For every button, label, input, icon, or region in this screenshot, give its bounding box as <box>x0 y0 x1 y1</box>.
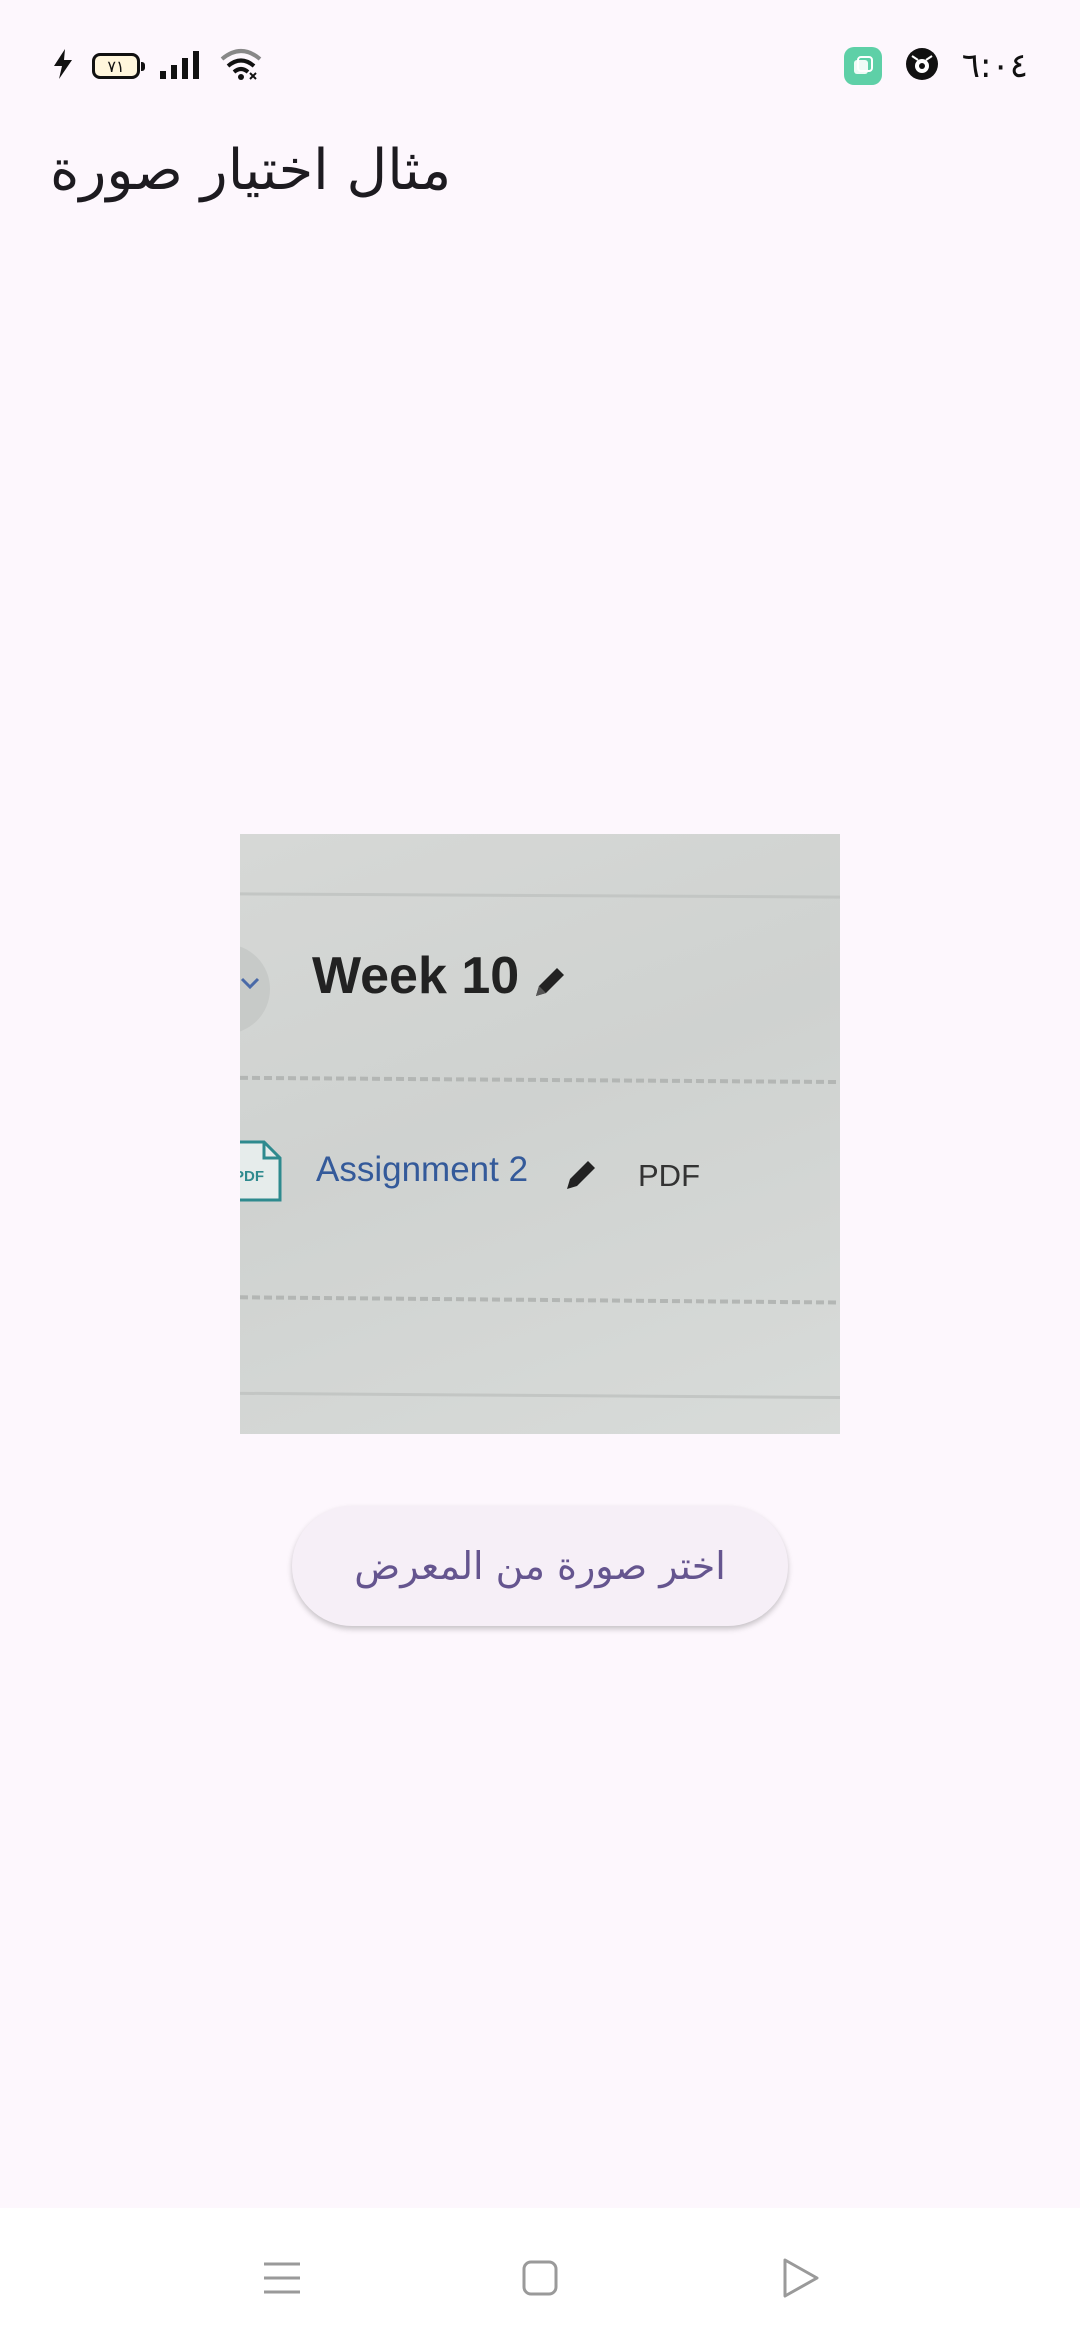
signal-icon <box>158 49 202 83</box>
pencil-icon <box>530 962 570 1006</box>
screen: ٧١ ٦:٠٤ مثال اختيار صورة Week 10 DF Assi… <box>0 0 1080 2340</box>
privacy-icon <box>904 46 940 86</box>
image-divider-line <box>240 1391 840 1400</box>
charging-icon <box>52 49 74 83</box>
image-dashed-divider <box>240 1075 840 1085</box>
pdf-file-icon: PDF <box>240 1140 282 1202</box>
status-bar: ٧١ ٦:٠٤ <box>0 0 1080 130</box>
pdf-icon-text: PDF <box>240 1168 264 1185</box>
image-week-title: Week 10 <box>312 947 520 1005</box>
chevron-icon <box>240 966 260 1001</box>
battery-icon: ٧١ <box>92 53 145 79</box>
image-assignment-link: Assignment 2 <box>316 1150 529 1189</box>
menu-icon[interactable] <box>252 2248 312 2308</box>
status-bar-left: ٧١ <box>52 42 262 90</box>
image-dashed-divider <box>240 1295 840 1305</box>
selected-image: Week 10 PDF Assignment 2 PDF <box>240 834 840 1434</box>
status-bar-right: ٦:٠٤ <box>843 42 1028 90</box>
pencil-icon <box>562 1154 602 1198</box>
page-title: مثال اختيار صورة <box>50 138 452 203</box>
image-divider-line <box>240 892 840 899</box>
status-time: ٦:٠٤ <box>961 46 1028 86</box>
pick-from-gallery-button[interactable]: اختر صورة من المعرض <box>292 1506 788 1626</box>
app-badge-icon <box>843 47 882 85</box>
back-icon[interactable] <box>770 2248 830 2308</box>
navigation-bar <box>0 2208 1080 2340</box>
image-file-type: PDF <box>638 1158 700 1193</box>
wifi-icon <box>220 47 262 85</box>
home-icon[interactable] <box>510 2248 570 2308</box>
battery-level: ٧١ <box>107 56 125 76</box>
